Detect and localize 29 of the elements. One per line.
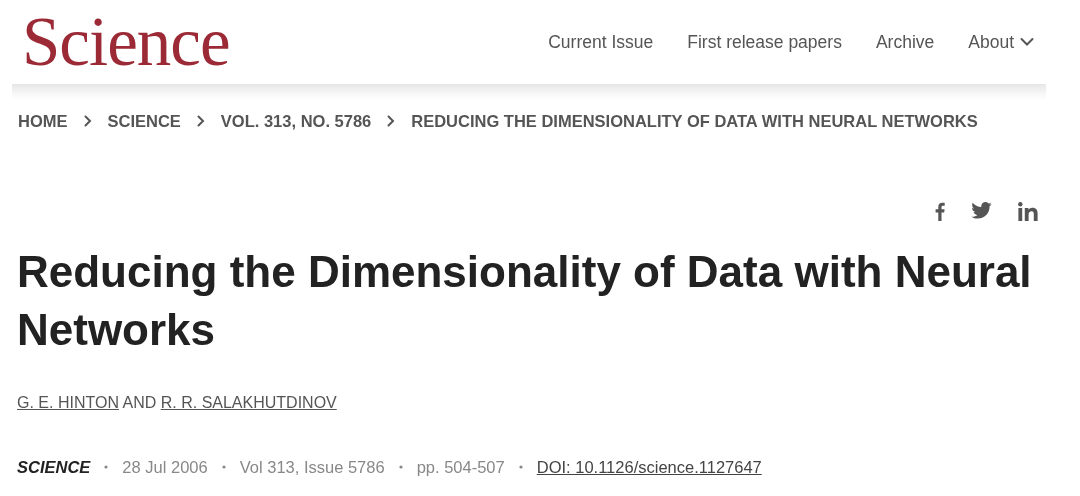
article-title: Reducing the Dimensionality of Data with Neural Networks	[17, 245, 1033, 356]
meta-text: 28 Jul 2006	[122, 456, 208, 478]
journal-name: SCIENCE	[17, 456, 91, 478]
chevron-right-icon	[387, 115, 396, 128]
bird-icon[interactable]	[971, 201, 992, 219]
meta-text: Vol 313, Issue 5786	[239, 456, 385, 478]
author-link[interactable]: R. R. SALAKHUTDINOV	[160, 393, 337, 411]
nav-link[interactable]: First release papers	[687, 28, 842, 56]
chevron-down-icon	[1020, 37, 1034, 47]
chevron-right-icon	[83, 115, 92, 128]
chevron-right-icon	[196, 115, 205, 128]
author-line: G. E. HINTON AND R. R. SALAKHUTDINOV	[17, 392, 338, 413]
breadcrumb-link[interactable]: HOME	[18, 109, 68, 134]
meta-text: pp. 504-507	[416, 456, 505, 478]
dropdown-toggle[interactable]: About	[968, 28, 1034, 56]
linkedin-icon[interactable]	[1018, 201, 1038, 221]
facebook-icon[interactable]	[935, 201, 945, 221]
separator-dot	[398, 465, 403, 470]
separator-dot	[221, 465, 226, 470]
breadcrumb-link[interactable]: SCIENCE	[107, 109, 181, 134]
doi-link[interactable]: DOI: 10.1126/science.1127647	[536, 454, 762, 480]
breadcrumb-link[interactable]: VOL. 313, NO. 5786	[220, 109, 372, 134]
separator-dot	[104, 465, 109, 470]
nav-link[interactable]: Archive	[875, 28, 935, 56]
nav-link[interactable]: Current Issue	[548, 28, 654, 56]
separator-dot	[518, 465, 523, 470]
logo[interactable]: Science	[22, 7, 230, 77]
breadcrumb-current: REDUCING THE DIMENSIONALITY OF DATA WITH NEURAL NETWORKS	[411, 111, 978, 132]
author-link[interactable]: G. E. HINTON	[17, 393, 119, 411]
